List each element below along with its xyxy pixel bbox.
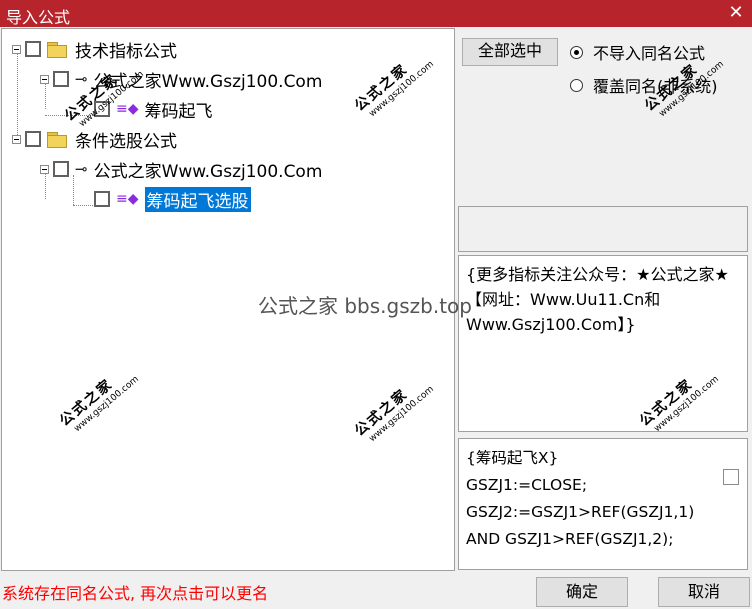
title-bar: 导入公式 ✕ [0,0,752,27]
code-checkbox[interactable] [723,469,739,485]
key-icon: ⊸ [75,70,88,88]
code-line: GSZJ2:=GSZJ1>REF(GSZJ1,1) [466,503,695,521]
window-title: 导入公式 [6,8,71,27]
checkbox[interactable] [53,161,69,177]
collapse-icon[interactable] [40,74,49,84]
tree-label: 筹码起飞选股 [144,186,251,212]
radio-icon[interactable] [570,45,583,59]
tree-label: 条件选股公式 [75,131,177,152]
select-all-button[interactable]: 全部选中 [462,38,558,66]
radio-label: 不导入同名公式 [593,44,706,63]
tree-label: 公式之家Www.Gszj100.Com [93,71,323,92]
formula-icon: ≡◆ [116,191,139,207]
tree-node-author[interactable]: ⊸ 公式之家Www.Gszj100.Com [40,155,322,183]
tree-node-formula[interactable]: ≡◆ 筹码起飞 [94,95,213,123]
radio-overwrite[interactable]: 覆盖同名(非系统) [570,73,718,97]
watermark-center: 公式之家 bbs.gszb.top [258,294,472,318]
code-line: AND GSZJ1>REF(GSZJ1,2); [466,530,674,548]
tree-label: 筹码起飞 [144,101,213,122]
checkbox[interactable] [25,41,41,57]
checkbox[interactable] [25,131,41,147]
tree-label: 技术指标公式 [75,41,177,62]
folder-icon [47,41,67,58]
close-icon[interactable]: ✕ [726,3,746,23]
status-message: 系统存在同名公式, 再次点击可以更名 [2,584,269,603]
folder-icon [47,131,67,148]
radio-skip-same-name[interactable]: 不导入同名公式 [570,40,705,64]
key-icon: ⊸ [75,160,88,178]
ok-button[interactable]: 确定 [536,577,628,607]
radio-label: 覆盖同名(非系统) [593,77,718,96]
tree-connector [45,115,95,116]
collapse-icon[interactable] [12,44,21,54]
radio-icon[interactable] [570,78,583,92]
tree-connector [73,205,95,206]
checkbox[interactable] [53,71,69,87]
tree-node-tech-folder[interactable]: 技术指标公式 [12,35,177,63]
tree-node-select-folder[interactable]: 条件选股公式 [12,125,177,153]
tree-node-formula-selected[interactable]: ≡◆ 筹码起飞选股 [94,185,251,213]
checkbox[interactable] [94,191,110,207]
collapse-icon[interactable] [40,164,49,174]
cancel-button[interactable]: 取消 [658,577,750,607]
description-box: {更多指标关注公众号：★公式之家★ 【网址：Www.Uu11.Cn和Www.Gs… [458,255,748,432]
code-line: GSZJ1:=CLOSE; [466,476,588,494]
collapse-icon[interactable] [12,134,21,144]
tree-label: 公式之家Www.Gszj100.Com [93,161,323,182]
formula-icon: ≡◆ [116,101,139,117]
info-box [458,206,748,252]
code-preview: {筹码起飞X} GSZJ1:=CLOSE; GSZJ2:=GSZJ1>REF(G… [458,438,748,570]
checkbox[interactable] [94,101,110,117]
tree-node-author[interactable]: ⊸ 公式之家Www.Gszj100.Com [40,65,322,93]
code-line: {筹码起飞X} [466,449,559,467]
